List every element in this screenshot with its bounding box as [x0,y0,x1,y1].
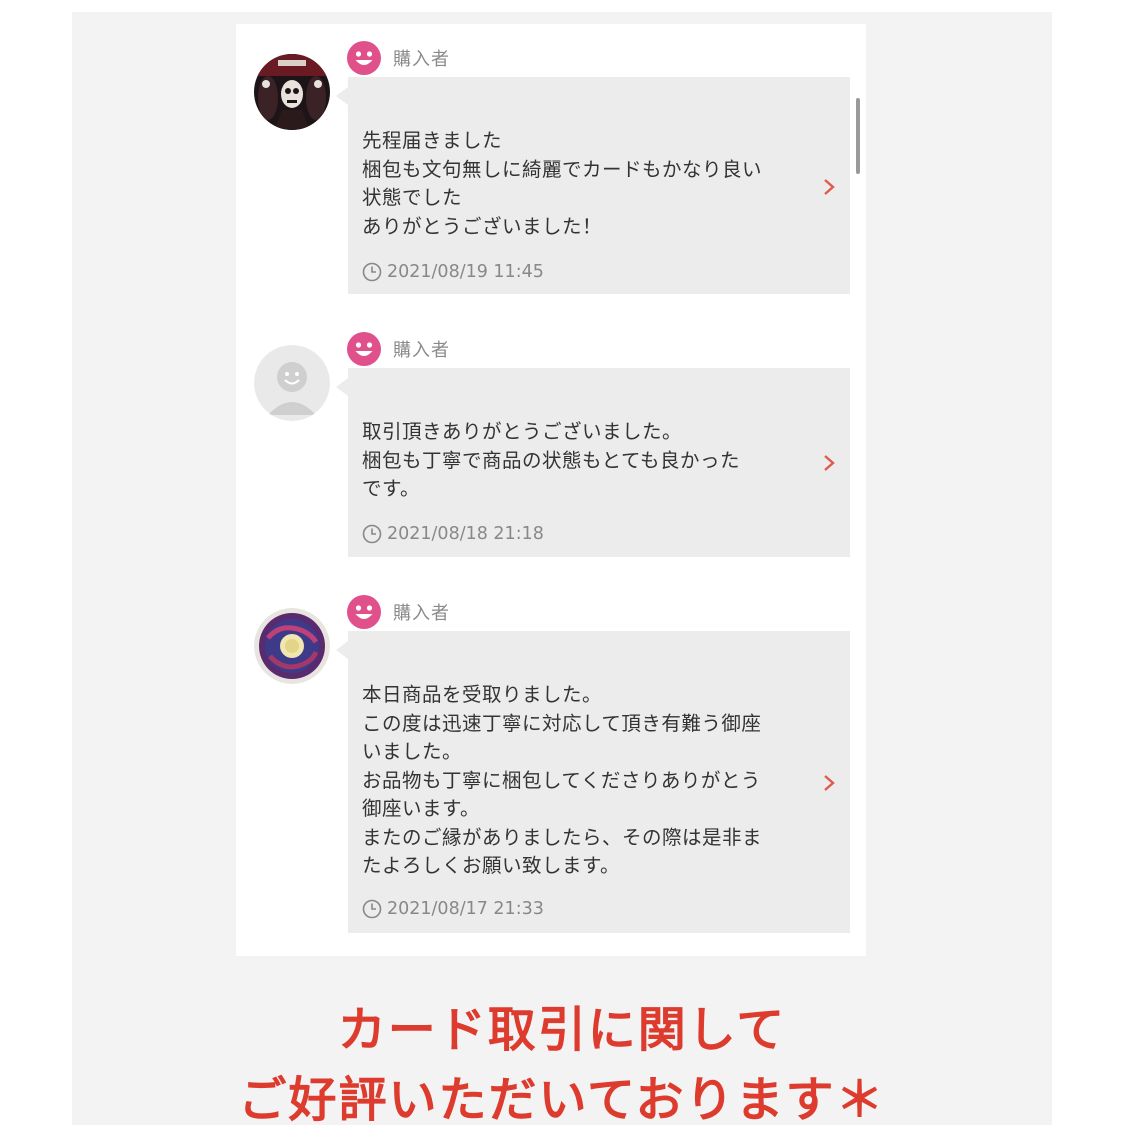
role-label: 購入者 [393,49,450,70]
role-row: 購入者 [346,592,450,632]
review-list-card: 購入者 先程届きました 梱包も文句無しに綺麗でカードもかなり良い 状態でした あ… [236,24,866,956]
timestamp: 2021/08/19 11:45 [387,262,544,282]
smile-icon [347,595,381,629]
smile-icon [347,41,381,75]
clock-icon [362,524,382,544]
review-message: 本日商品を受取りました。 この度は迅速丁寧に対応して頂き有難う御座 いました。 … [362,683,763,877]
chevron-right-icon[interactable] [822,178,836,196]
scrollbar[interactable] [856,98,860,174]
role-label: 購入者 [393,603,450,624]
dark-skeleton-avatar-icon [254,54,330,130]
role-row: 購入者 [346,329,450,369]
caption-line-1: カード取引に関して [337,1002,787,1058]
review-message: 先程届きました 梱包も文句無しに綺麗でカードもかなり良い 状態でした ありがとう… [362,129,763,238]
timestamp-row: 2021/08/18 21:18 [362,524,544,544]
timestamp-row: 2021/08/17 21:33 [362,899,544,919]
timestamp: 2021/08/18 21:18 [387,524,544,544]
role-label: 購入者 [393,340,450,361]
timestamp: 2021/08/17 21:33 [387,899,544,919]
smile-icon [347,332,381,366]
clock-icon [362,899,382,919]
avatar[interactable] [254,608,330,684]
clock-icon [362,262,382,282]
timestamp-row: 2021/08/19 11:45 [362,262,544,282]
avatar[interactable] [254,345,330,421]
avatar[interactable] [254,54,330,130]
message-bubble[interactable]: 取引頂きありがとうございました。 梱包も丁寧で商品の状態もとても良かった です。… [336,368,850,557]
donut-avatar-icon [254,608,330,684]
caption-line-2: ご好評いただいております＊ [238,1072,886,1128]
message-bubble[interactable]: 本日商品を受取りました。 この度は迅速丁寧に対応して頂き有難う御座 いました。 … [336,631,850,933]
chevron-right-icon[interactable] [822,774,836,792]
review-message: 取引頂きありがとうございました。 梱包も丁寧で商品の状態もとても良かった です。 [362,420,741,500]
role-row: 購入者 [346,38,450,78]
chevron-right-icon[interactable] [822,454,836,472]
default-user-avatar-icon [254,345,330,421]
message-bubble[interactable]: 先程届きました 梱包も文句無しに綺麗でカードもかなり良い 状態でした ありがとう… [336,77,850,294]
